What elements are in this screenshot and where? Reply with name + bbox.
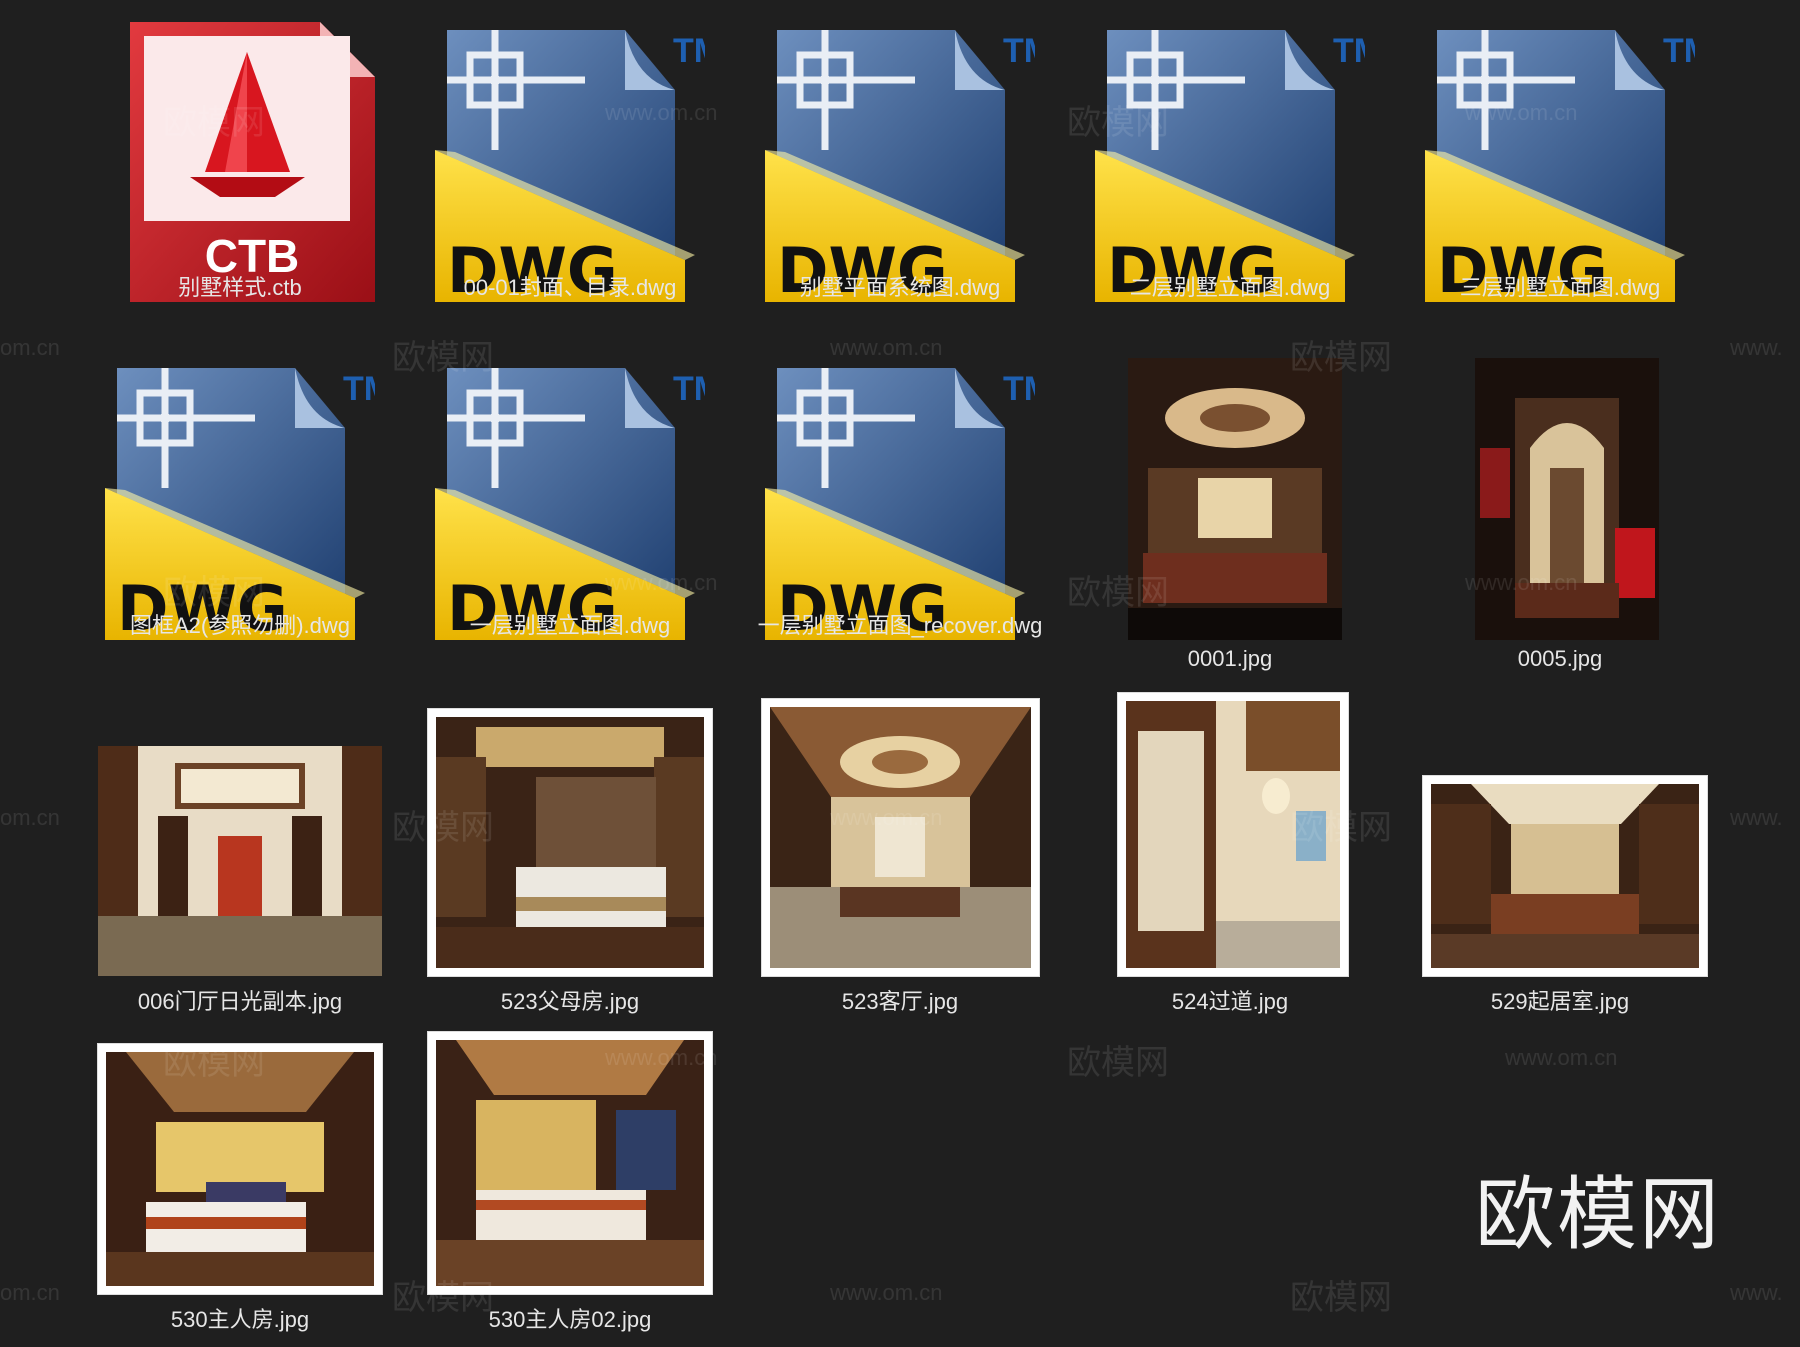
svg-text:TM: TM (673, 32, 705, 70)
file-name: 524过道.jpg (1171, 989, 1289, 1014)
file-name: 二层别墅立面图.dwg (1129, 275, 1331, 300)
file-name: 别墅平面系统图.dwg (799, 275, 1001, 300)
file-name: 一层别墅立面图.dwg (469, 613, 671, 638)
dwg-file-icon-graphic: DWG TM (765, 368, 1035, 645)
image-thumbnail (98, 746, 382, 976)
file-name: 006门厅日光副本.jpg (137, 989, 343, 1014)
svg-text:TM: TM (1003, 32, 1035, 70)
file-name: 别墅样式.ctb (178, 275, 302, 300)
dwg-file-icon-graphic: DWG TM (435, 30, 705, 307)
file-name: 530主人房02.jpg (488, 1307, 652, 1332)
file-grid: CTB 别墅样式.ctb DWG TM 00-01封面、目录.dwg (0, 0, 1800, 1347)
file-name: 523客厅.jpg (841, 989, 959, 1014)
svg-text:TM: TM (673, 370, 705, 408)
file-name: 图框A2(参照勿删).dwg (129, 613, 351, 638)
image-thumbnail (762, 699, 1039, 976)
svg-text:TM: TM (343, 370, 375, 408)
brand-watermark-logo: 欧模网 (1475, 1170, 1721, 1259)
file-name: 0005.jpg (1517, 646, 1603, 671)
svg-text:TM: TM (1003, 370, 1035, 408)
file-name: 530主人房.jpg (170, 1307, 310, 1332)
file-name: 0001.jpg (1187, 646, 1273, 671)
file-name: 529起居室.jpg (1490, 989, 1630, 1014)
dwg-file-icon-graphic: DWG TM (105, 368, 375, 645)
file-name: 一层别墅立面图_recover.dwg (757, 613, 1043, 638)
svg-text:TM: TM (1663, 32, 1695, 70)
image-thumbnail (1475, 358, 1659, 640)
image-thumbnail (1118, 693, 1348, 976)
file-name: 三层别墅立面图.dwg (1459, 275, 1661, 300)
image-thumbnail (1128, 358, 1342, 640)
dwg-file-icon-graphic: DWG TM (765, 30, 1035, 307)
svg-text:TM: TM (1333, 32, 1365, 70)
dwg-file-icon-graphic: DWG TM (1095, 30, 1365, 307)
image-thumbnail (428, 1032, 712, 1294)
dwg-file-icon-graphic: DWG TM (1425, 30, 1695, 307)
image-thumbnail (428, 709, 712, 976)
file-name: 523父母房.jpg (500, 989, 640, 1014)
ctb-file-icon: CTB (130, 22, 375, 302)
file-name: 00-01封面、目录.dwg (463, 275, 677, 300)
image-thumbnail (98, 1044, 382, 1294)
dwg-file-icon-graphic: DWG TM (435, 368, 705, 645)
image-thumbnail (1423, 776, 1707, 976)
